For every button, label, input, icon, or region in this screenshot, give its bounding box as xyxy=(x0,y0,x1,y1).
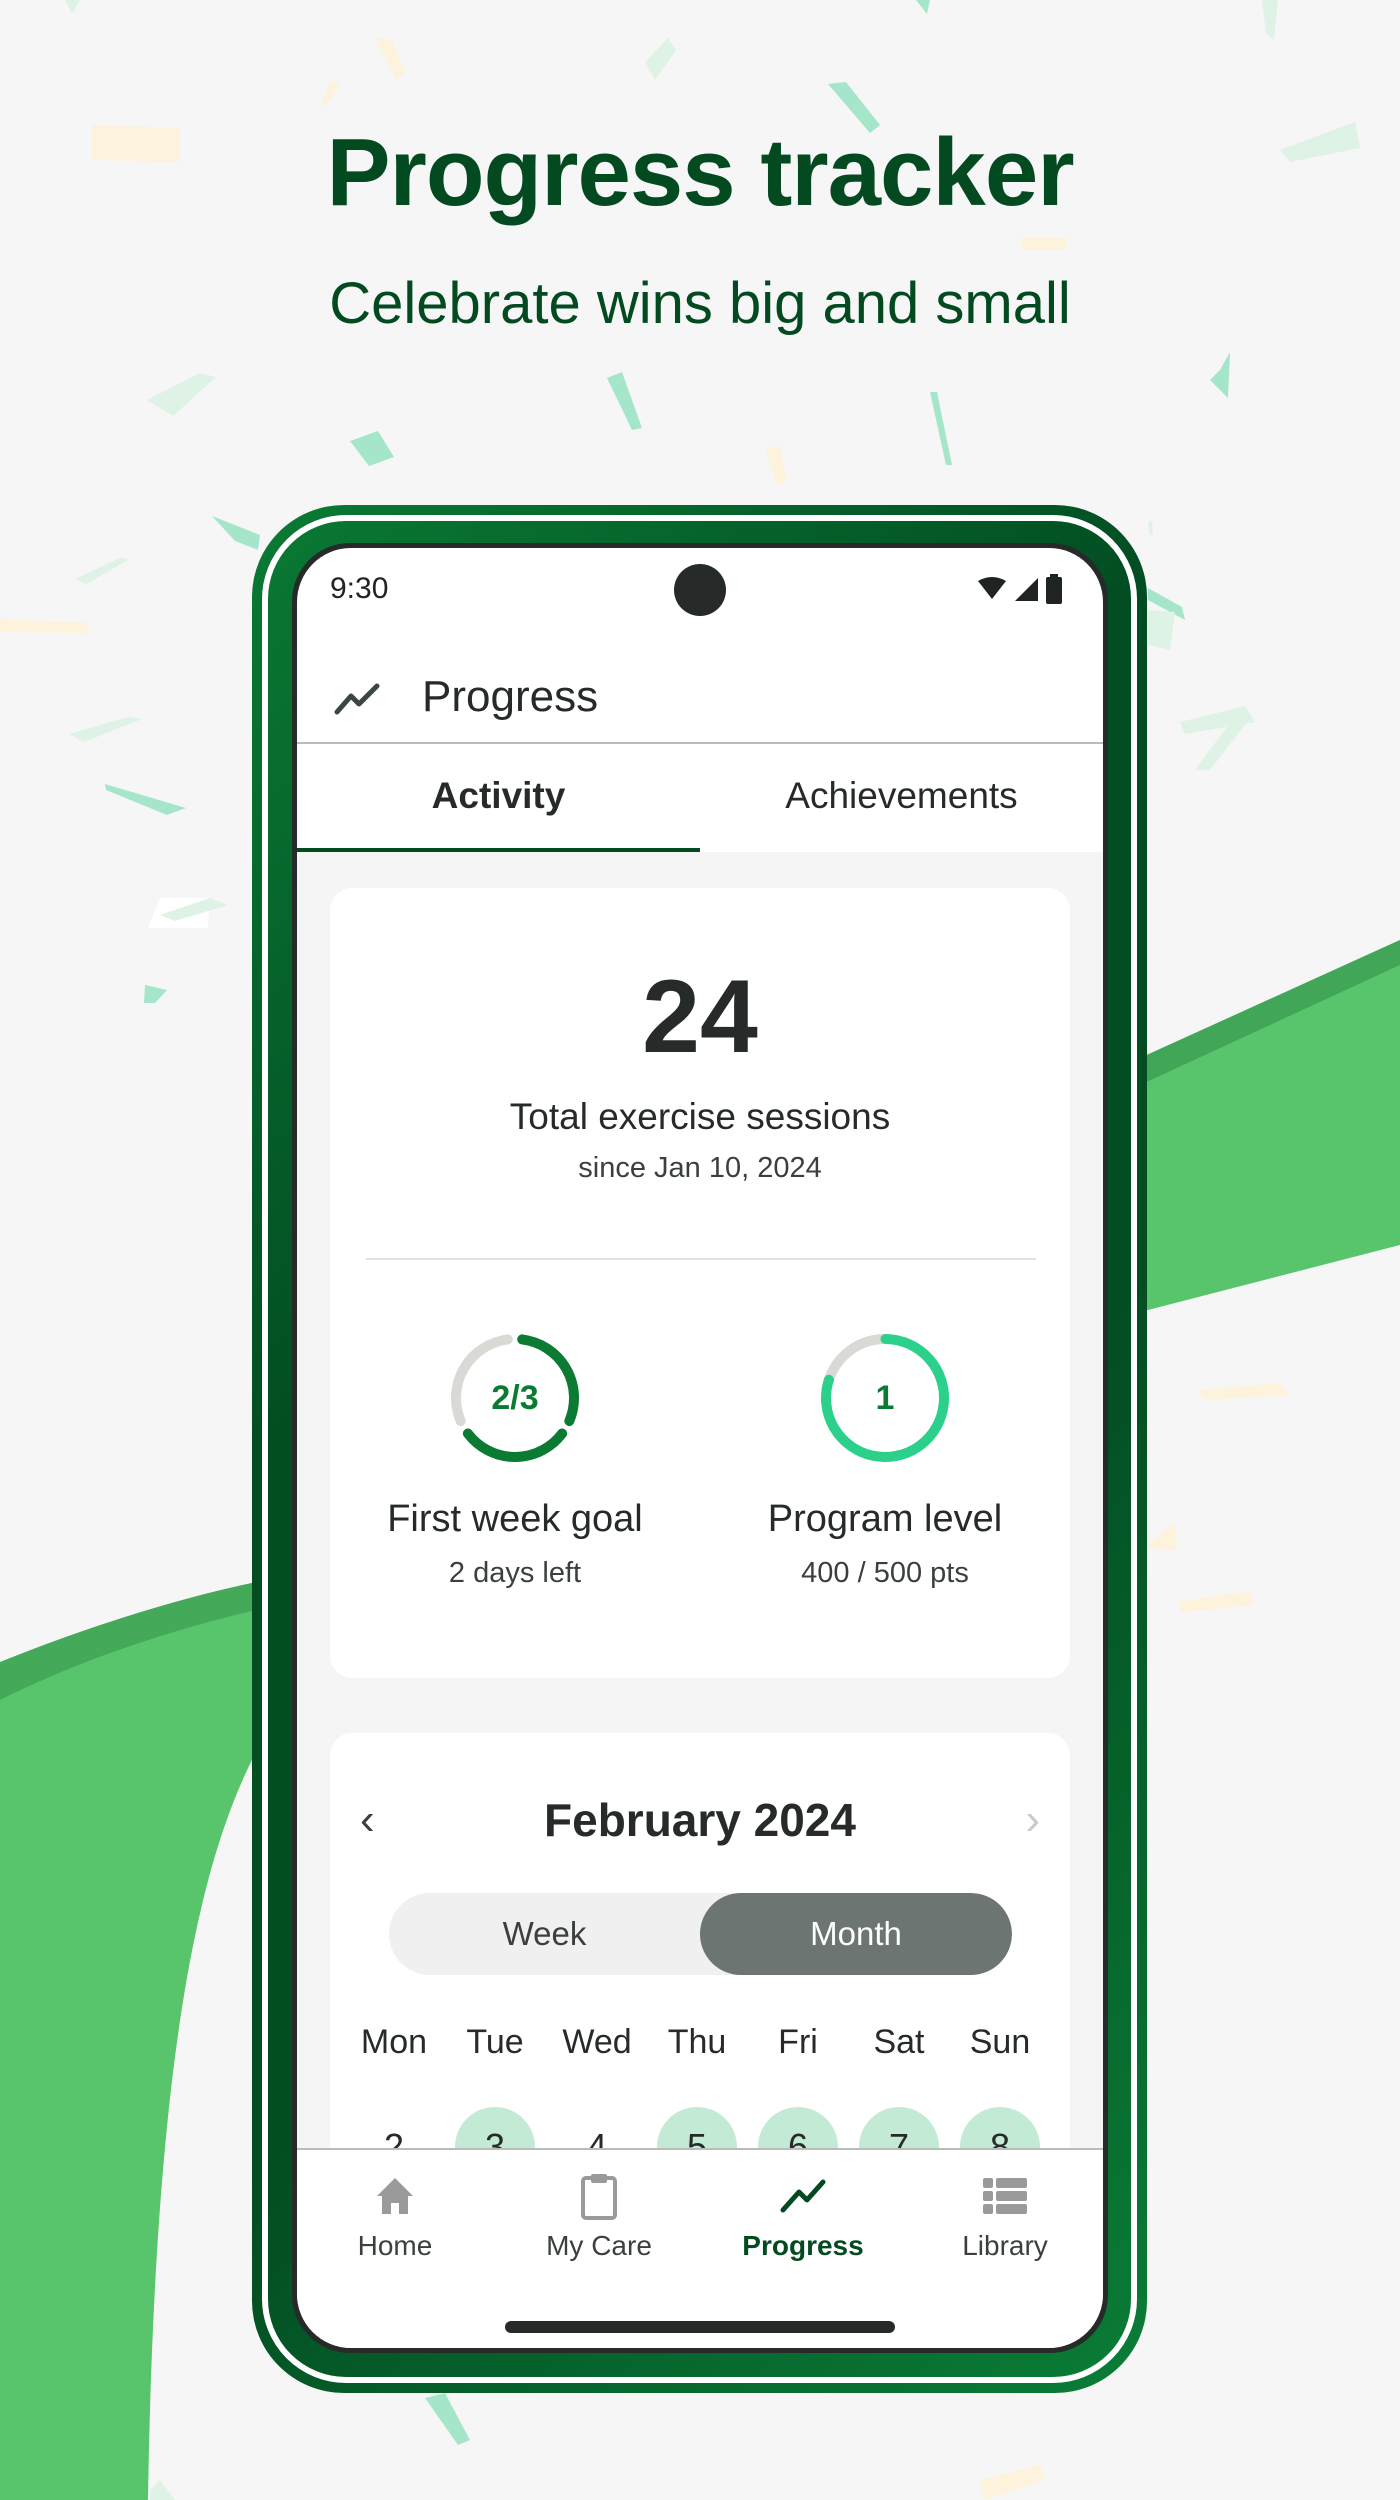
total-sessions-label: Total exercise sessions xyxy=(509,1096,891,1137)
toggle-month[interactable]: Month xyxy=(700,1893,1012,1975)
battery-icon xyxy=(1046,574,1062,604)
wifi-icon xyxy=(978,577,1006,599)
calendar-day[interactable]: 6 xyxy=(758,2107,838,2148)
calendar-day[interactable]: 4 xyxy=(557,2107,637,2148)
list-icon xyxy=(983,2178,1027,2214)
calendar-card: ‹ February 2024 › Week Month Mon Tue Wed… xyxy=(330,1733,1070,2148)
bottom-nav: Home My Care Progress Library xyxy=(297,2150,1103,2348)
calendar-day[interactable]: 3 xyxy=(455,2107,535,2148)
phone-screen: 9:30 Progress Activity Achievements 24 T… xyxy=(297,548,1103,2348)
weekday-label: Sun xyxy=(969,2023,1031,2061)
weekday-label: Tue xyxy=(466,2023,524,2061)
summary-card: 24 Total exercise sessions since Jan 10,… xyxy=(330,888,1070,1678)
first-week-goal-metric: 2/3 First week goal 2 days left xyxy=(330,1328,700,1590)
weekday-label: Sat xyxy=(873,2023,925,2061)
first-week-goal-title: First week goal xyxy=(387,1498,643,1540)
hero-subtitle: Celebrate wins big and small xyxy=(329,271,1071,336)
first-week-goal-subtitle: 2 days left xyxy=(448,1557,582,1589)
left-swoosh xyxy=(0,1582,256,2500)
front-camera xyxy=(674,564,726,616)
activity-content[interactable]: 24 Total exercise sessions since Jan 10,… xyxy=(297,852,1103,2148)
status-time: 9:30 xyxy=(330,572,389,605)
tab-achievements[interactable]: Achievements xyxy=(700,744,1103,848)
home-icon xyxy=(377,2178,413,2214)
weekday-label: Thu xyxy=(667,2023,727,2061)
page-title: Progress xyxy=(422,672,599,721)
weekday-header: Mon Tue Wed Thu Fri Sat Sun xyxy=(330,2023,1070,2073)
calendar-day[interactable]: 8 xyxy=(960,2107,1040,2148)
trending-up-icon xyxy=(780,2179,826,2213)
tab-activity[interactable]: Activity xyxy=(297,744,700,848)
nav-progress-label: Progress xyxy=(742,2230,864,2261)
weekday-label: Fri xyxy=(778,2023,818,2061)
program-level-subtitle: 400 / 500 pts xyxy=(801,1557,969,1589)
weekday-label: Wed xyxy=(562,2023,632,2061)
home-indicator[interactable] xyxy=(505,2321,895,2333)
trending-up-icon xyxy=(334,683,380,715)
total-sessions-since: since Jan 10, 2024 xyxy=(578,1152,822,1184)
hero-title: Progress tracker xyxy=(326,119,1074,226)
calendar-days-row: 2 3 4 5 6 7 8 xyxy=(330,2107,1070,2148)
app-bar: Progress xyxy=(297,658,1103,742)
tab-bar: Activity Achievements xyxy=(297,744,1103,852)
signal-icon xyxy=(1015,578,1038,601)
card-divider xyxy=(366,1258,1036,1260)
nav-my-care[interactable]: My Care xyxy=(519,2170,679,2290)
program-level-ring-text: 1 xyxy=(875,1378,895,1417)
nav-home-label: Home xyxy=(357,2230,433,2261)
first-week-goal-ring-text: 2/3 xyxy=(491,1378,539,1417)
clipboard-icon xyxy=(581,2174,617,2220)
nav-progress[interactable]: Progress xyxy=(723,2170,883,2290)
calendar-day[interactable]: 2 xyxy=(354,2107,434,2148)
calendar-month-title: February 2024 xyxy=(544,1794,856,1846)
weekday-label: Mon xyxy=(360,2023,428,2061)
status-icons xyxy=(977,574,1063,604)
right-swoosh xyxy=(1140,940,1400,1312)
calendar-day[interactable]: 7 xyxy=(859,2107,939,2148)
calendar-day[interactable]: 5 xyxy=(657,2107,737,2148)
nav-home[interactable]: Home xyxy=(315,2170,475,2290)
total-sessions-count: 24 xyxy=(642,959,758,1075)
nav-library[interactable]: Library xyxy=(925,2170,1085,2290)
nav-my-care-label: My Care xyxy=(546,2230,652,2261)
toggle-week[interactable]: Week xyxy=(389,1893,700,1975)
nav-library-label: Library xyxy=(962,2230,1048,2261)
program-level-metric: 1 Program level 400 / 500 pts xyxy=(700,1328,1070,1590)
chevron-right-icon[interactable]: › xyxy=(1025,1795,1040,1845)
program-level-title: Program level xyxy=(767,1498,1003,1540)
view-toggle: Week Month xyxy=(389,1893,1012,1975)
